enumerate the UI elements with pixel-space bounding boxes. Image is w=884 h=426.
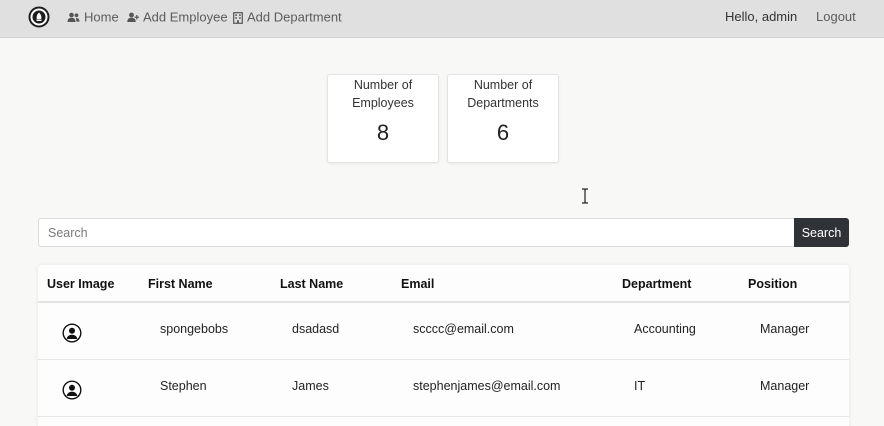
nav-add-employee-label: Add Employee [143,9,228,25]
navbar: Home Add Employee Add Department Hello, … [0,0,884,38]
column-header-department: Department [622,277,692,291]
building-icon [233,11,243,24]
column-header-email: Email [401,277,435,291]
cell-department: Accounting [634,322,696,336]
nav-add-department-label: Add Department [247,9,342,25]
department-count-value: 6 [496,120,510,145]
cell-first-name: Stephen [160,379,207,393]
logo-icon[interactable] [28,6,50,28]
department-count-card: Number of Departments 6 [447,74,559,163]
employee-count-value: 8 [376,120,390,145]
nav-home-link[interactable]: Home [67,0,119,34]
cell-email: stephenjames@email.com [413,379,561,393]
cell-department: IT [634,379,646,393]
cell-position: Manager [760,379,810,393]
cell-email: scccc@email.com [413,322,514,336]
cell-position: Manager [760,322,810,336]
employee-count-card: Number of Employees 8 [327,74,439,163]
text-cursor-icon [582,188,588,204]
cell-last-name: dsadasd [292,322,340,336]
user-circle-icon [62,380,82,400]
user-plus-icon [127,12,139,23]
user-circle-icon [62,323,82,343]
table-row[interactable]: Stephen James stephenjames@email.com IT … [38,360,849,417]
employee-count-label: Number of Employees [352,78,414,110]
users-icon [67,12,80,23]
search-button[interactable]: Search [794,218,849,247]
logout-link[interactable]: Logout [816,0,856,34]
nav-add-employee-link[interactable]: Add Employee [127,0,228,34]
employee-table: User Image First Name Last Name Email De… [38,265,849,426]
table-row[interactable]: spongebobs dsadasd scccc@email.com Accou… [38,303,849,360]
department-count-label: Number of Departments [467,78,539,110]
nav-add-department-link[interactable]: Add Department [233,0,342,34]
search-input[interactable] [38,218,794,247]
column-header-last-name: Last Name [280,277,344,291]
cell-first-name: spongebobs [160,322,229,336]
column-header-user-image: User Image [47,277,115,291]
cell-last-name: James [292,379,329,393]
column-header-first-name: First Name [148,277,213,291]
greeting-text: Hello, admin [725,9,798,24]
column-header-position: Position [748,277,798,291]
nav-home-label: Home [84,9,119,25]
